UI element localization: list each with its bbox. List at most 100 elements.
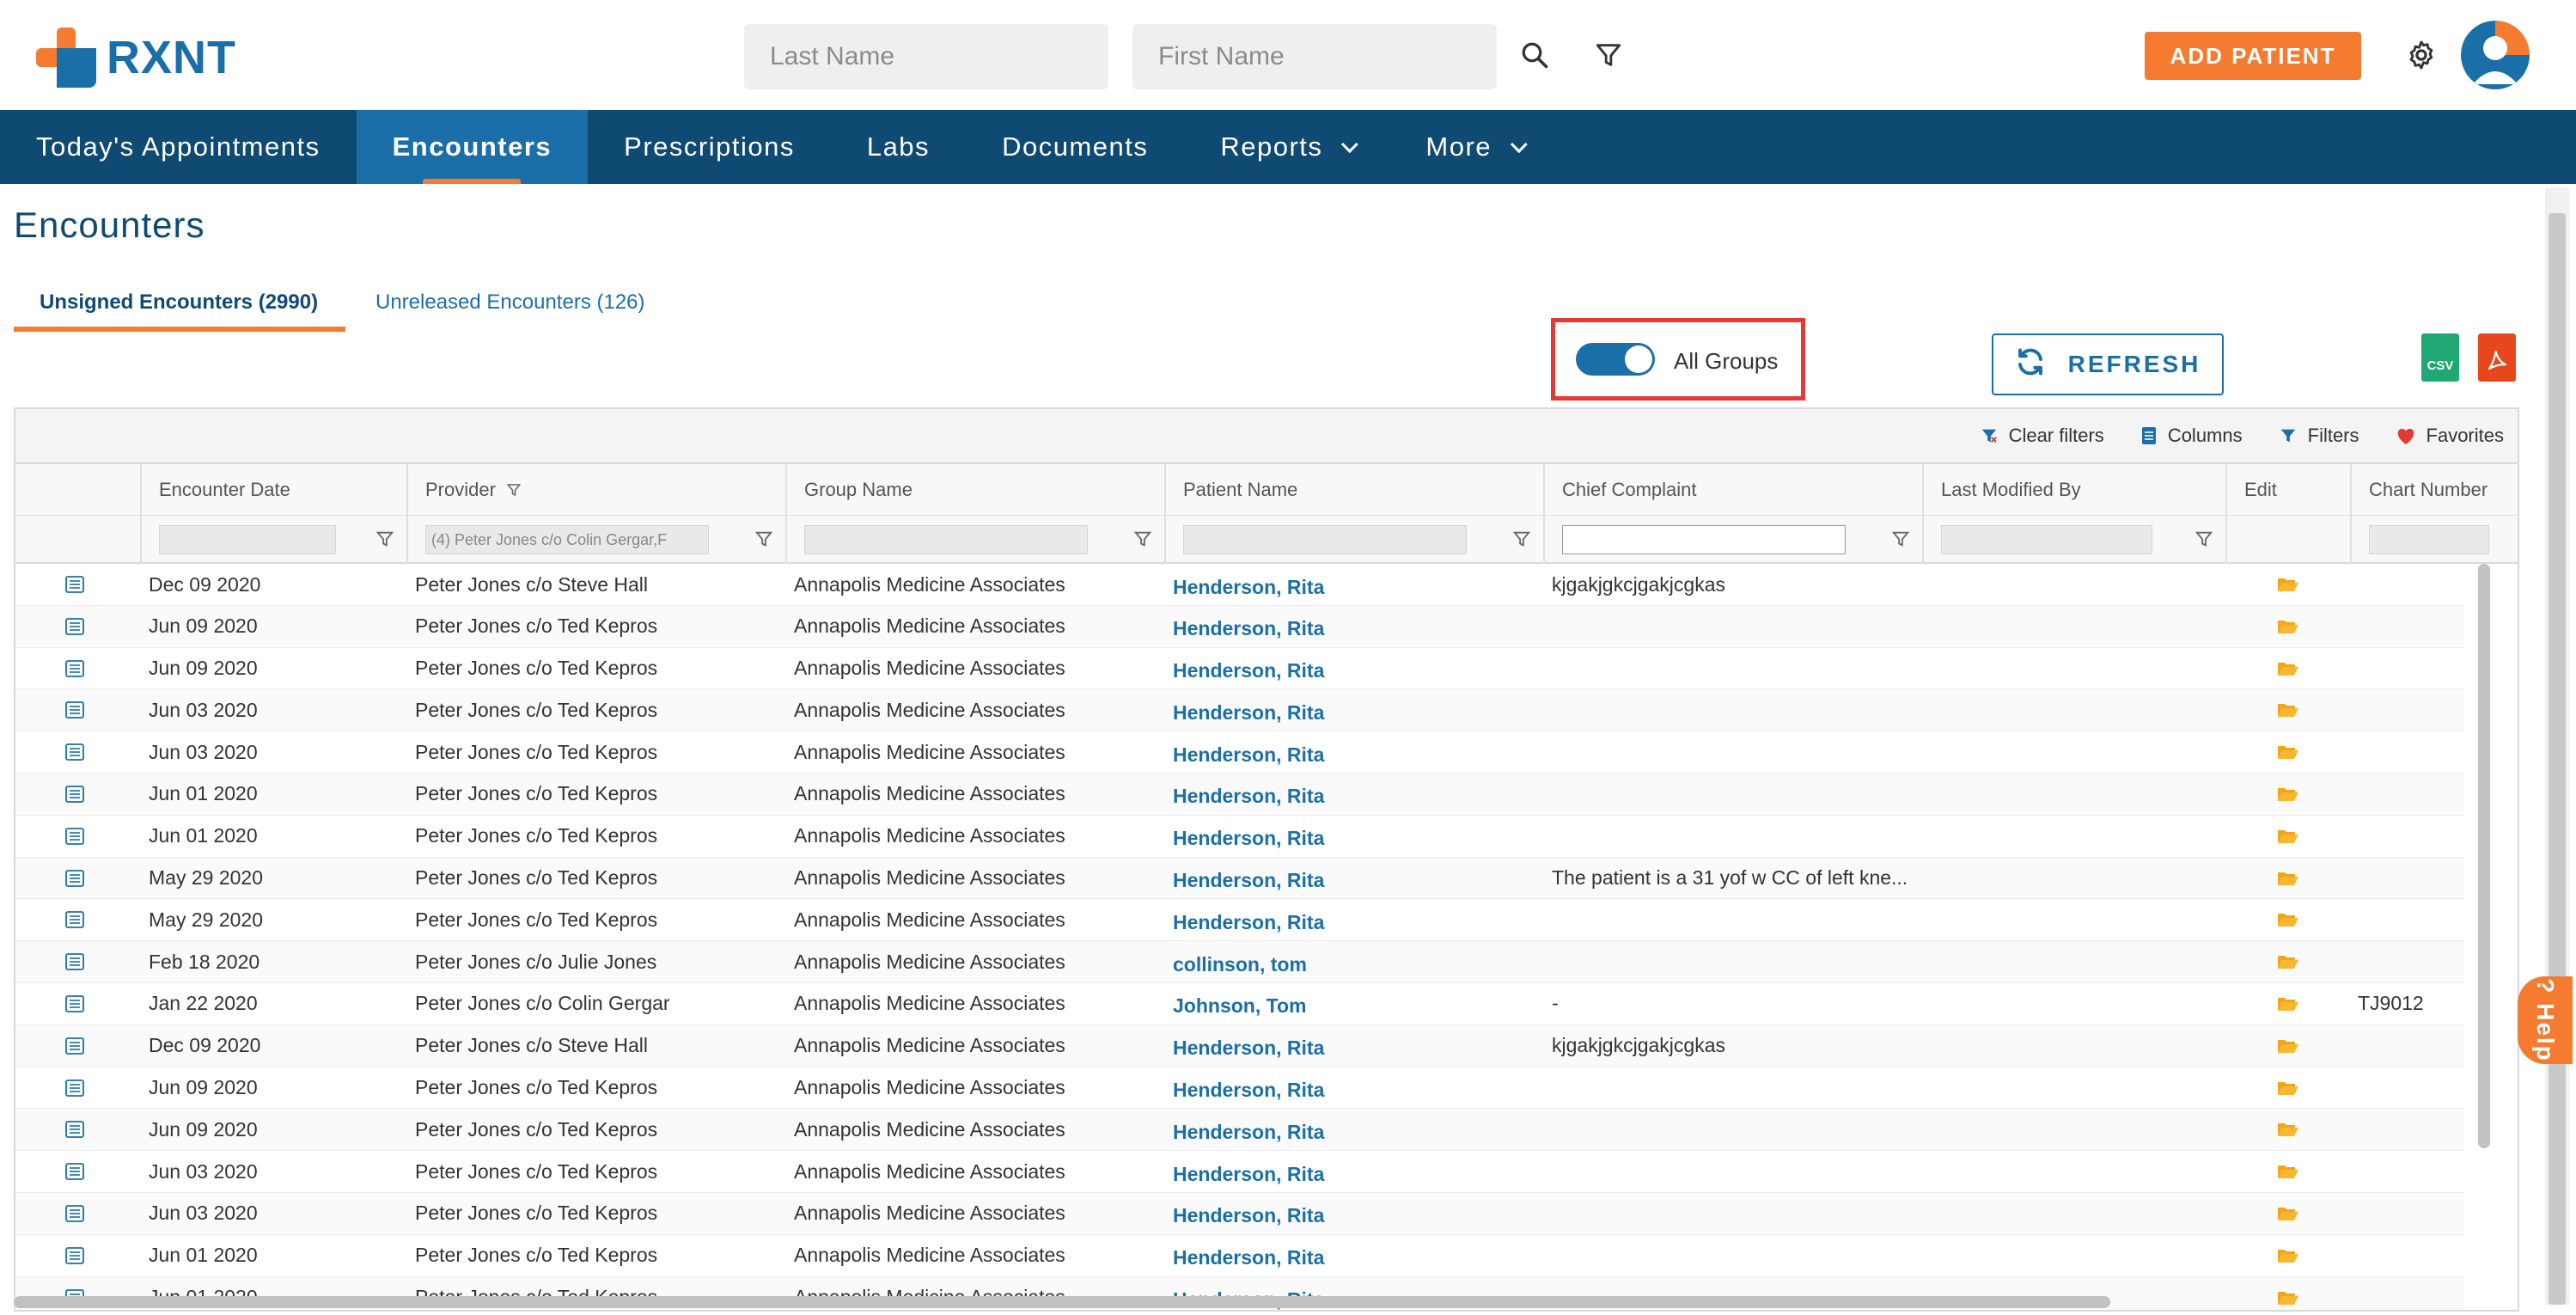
- page-vertical-scrollbar[interactable]: [2545, 187, 2569, 1305]
- nav-item-encounters[interactable]: Encounters: [356, 110, 589, 184]
- patient-name-link[interactable]: Henderson, Rita: [1173, 689, 1542, 731]
- columns-button[interactable]: Columns: [2140, 425, 2243, 447]
- table-row[interactable]: Jun 03 2020 Peter Jones c/o Ted Kepros Ann…: [15, 731, 2464, 774]
- patient-name-link[interactable]: Henderson, Rita: [1173, 1193, 1542, 1234]
- last-modified-filter-input[interactable]: [1941, 525, 2152, 554]
- nav-item-more[interactable]: More: [1389, 110, 1559, 184]
- folder-open-icon[interactable]: [2277, 1151, 2311, 1192]
- table-row[interactable]: Jun 01 2020 Peter Jones c/o Ted Kepros Ann…: [15, 773, 2464, 816]
- column-header-last-modified-by[interactable]: Last Modified By: [1922, 464, 2225, 516]
- folder-open-icon[interactable]: [2277, 1025, 2311, 1067]
- patient-name-link[interactable]: Henderson, Rita: [1173, 1025, 1542, 1067]
- filter-icon[interactable]: [375, 529, 394, 548]
- patient-name-link[interactable]: Henderson, Rita: [1173, 606, 1542, 647]
- encounter-list-icon[interactable]: [65, 731, 100, 773]
- nav-item-labs[interactable]: Labs: [831, 110, 966, 184]
- rxnt-logo[interactable]: RXNT: [36, 28, 236, 88]
- encounter-list-icon[interactable]: [65, 1193, 100, 1234]
- folder-open-icon[interactable]: [2277, 1235, 2311, 1276]
- patient-name-link[interactable]: Henderson, Rita: [1173, 1235, 1542, 1276]
- help-button[interactable]: ? Help: [2518, 976, 2573, 1064]
- csv-export-icon[interactable]: CSV: [2421, 333, 2459, 382]
- folder-open-icon[interactable]: [2277, 1277, 2311, 1310]
- encounter-list-icon[interactable]: [65, 689, 100, 731]
- favorites-button[interactable]: Favorites: [2396, 425, 2504, 447]
- patient-name-link[interactable]: Henderson, Rita: [1173, 1151, 1542, 1192]
- patient-name-link[interactable]: Henderson, Rita: [1173, 858, 1542, 899]
- folder-open-icon[interactable]: [2277, 564, 2311, 605]
- pdf-export-icon[interactable]: [2478, 333, 2516, 382]
- encounter-list-icon[interactable]: [65, 858, 100, 899]
- folder-open-icon[interactable]: [2277, 774, 2311, 815]
- column-header-edit[interactable]: Edit: [2225, 464, 2350, 516]
- nav-item-todays-appointments[interactable]: Today's Appointments: [0, 110, 357, 184]
- folder-open-icon[interactable]: [2277, 1193, 2311, 1234]
- patient-name-link[interactable]: Johnson, Tom: [1173, 983, 1542, 1024]
- folder-open-icon[interactable]: [2277, 606, 2311, 647]
- encounter-list-icon[interactable]: [65, 1025, 100, 1067]
- patient-name-link[interactable]: Henderson, Rita: [1173, 1109, 1542, 1150]
- chart-number-filter-input[interactable]: [2369, 525, 2489, 554]
- folder-open-icon[interactable]: [2277, 1067, 2311, 1109]
- gear-icon[interactable]: [2401, 34, 2442, 76]
- patient-name-link[interactable]: Henderson, Rita: [1173, 731, 1542, 773]
- table-row[interactable]: Jun 03 2020 Peter Jones c/o Ted Kepros Ann…: [15, 1151, 2464, 1193]
- nav-item-reports[interactable]: Reports: [1184, 110, 1389, 184]
- refresh-button[interactable]: REFRESH: [1992, 333, 2224, 395]
- filters-button[interactable]: Filters: [2279, 425, 2359, 447]
- table-row[interactable]: Dec 09 2020 Peter Jones c/o Steve Hall Ann…: [15, 564, 2464, 606]
- table-row[interactable]: Jun 01 2020 Peter Jones c/o Ted Kepros Ann…: [15, 816, 2464, 858]
- nav-item-prescriptions[interactable]: Prescriptions: [588, 110, 831, 184]
- column-header-chief-complaint[interactable]: Chief Complaint: [1543, 464, 1922, 516]
- table-row[interactable]: Feb 18 2020 Peter Jones c/o Julie Jones An…: [15, 941, 2464, 983]
- filter-icon[interactable]: [1133, 529, 1152, 548]
- table-row[interactable]: May 29 2020 Peter Jones c/o Ted Kepros Ann…: [15, 899, 2464, 942]
- encounter-list-icon[interactable]: [65, 774, 100, 815]
- search-icon[interactable]: [1514, 34, 1555, 76]
- column-header-encounter-date[interactable]: Encounter Date: [140, 464, 406, 516]
- table-row[interactable]: Jun 09 2020 Peter Jones c/o Ted Kepros Ann…: [15, 605, 2464, 648]
- table-row[interactable]: May 29 2020 Peter Jones c/o Ted Kepros Ann…: [15, 857, 2464, 900]
- folder-open-icon[interactable]: [2277, 941, 2311, 982]
- patient-name-link[interactable]: Henderson, Rita: [1173, 648, 1542, 689]
- table-row[interactable]: Jun 09 2020 Peter Jones c/o Ted Kepros Ann…: [15, 1067, 2464, 1110]
- patient-name-link[interactable]: Henderson, Rita: [1173, 899, 1542, 940]
- all-groups-toggle[interactable]: [1576, 343, 1655, 376]
- folder-open-icon[interactable]: [2277, 983, 2311, 1024]
- folder-open-icon[interactable]: [2277, 899, 2311, 940]
- column-header-provider[interactable]: Provider: [406, 464, 785, 516]
- filter-icon[interactable]: [2194, 529, 2213, 548]
- folder-open-icon[interactable]: [2277, 731, 2311, 773]
- clear-filters-button[interactable]: Clear filters: [1980, 425, 2104, 447]
- patient-name-link[interactable]: Henderson, Rita: [1173, 564, 1542, 605]
- patient-name-link[interactable]: Henderson, Rita: [1173, 1067, 1542, 1109]
- encounter-list-icon[interactable]: [65, 1151, 100, 1192]
- add-patient-button[interactable]: ADD PATIENT: [2145, 32, 2361, 80]
- filter-icon[interactable]: [1588, 34, 1629, 76]
- first-name-input[interactable]: [1132, 24, 1497, 89]
- folder-open-icon[interactable]: [2277, 858, 2311, 899]
- last-name-input[interactable]: [744, 24, 1108, 89]
- tab-unsigned-encounters[interactable]: Unsigned Encounters (2990): [40, 291, 318, 315]
- patient-name-link[interactable]: collinson, tom: [1173, 941, 1542, 982]
- filter-icon[interactable]: [754, 529, 773, 548]
- table-row[interactable]: Jun 03 2020 Peter Jones c/o Ted Kepros Ann…: [15, 1192, 2464, 1235]
- tab-unreleased-encounters[interactable]: Unreleased Encounters (126): [375, 291, 645, 315]
- table-row[interactable]: Jun 09 2020 Peter Jones c/o Ted Kepros Ann…: [15, 648, 2464, 690]
- encounter-list-icon[interactable]: [65, 1109, 100, 1150]
- provider-filter-input[interactable]: [425, 525, 709, 554]
- column-header-group-name[interactable]: Group Name: [785, 464, 1164, 516]
- filter-icon[interactable]: [1891, 529, 1910, 548]
- folder-open-icon[interactable]: [2277, 648, 2311, 689]
- table-row[interactable]: Jun 09 2020 Peter Jones c/o Ted Kepros Ann…: [15, 1109, 2464, 1152]
- encounter-list-icon[interactable]: [65, 606, 100, 647]
- user-avatar[interactable]: [2461, 21, 2530, 89]
- grid-horizontal-scrollbar[interactable]: [14, 1296, 2110, 1308]
- table-row[interactable]: Jun 03 2020 Peter Jones c/o Ted Kepros Ann…: [15, 689, 2464, 732]
- encounter-list-icon[interactable]: [65, 564, 100, 605]
- encounter-list-icon[interactable]: [65, 899, 100, 940]
- folder-open-icon[interactable]: [2277, 689, 2311, 731]
- column-header-chart-number[interactable]: Chart Number: [2350, 464, 2518, 516]
- encounter-list-icon[interactable]: [65, 941, 100, 982]
- folder-open-icon[interactable]: [2277, 816, 2311, 857]
